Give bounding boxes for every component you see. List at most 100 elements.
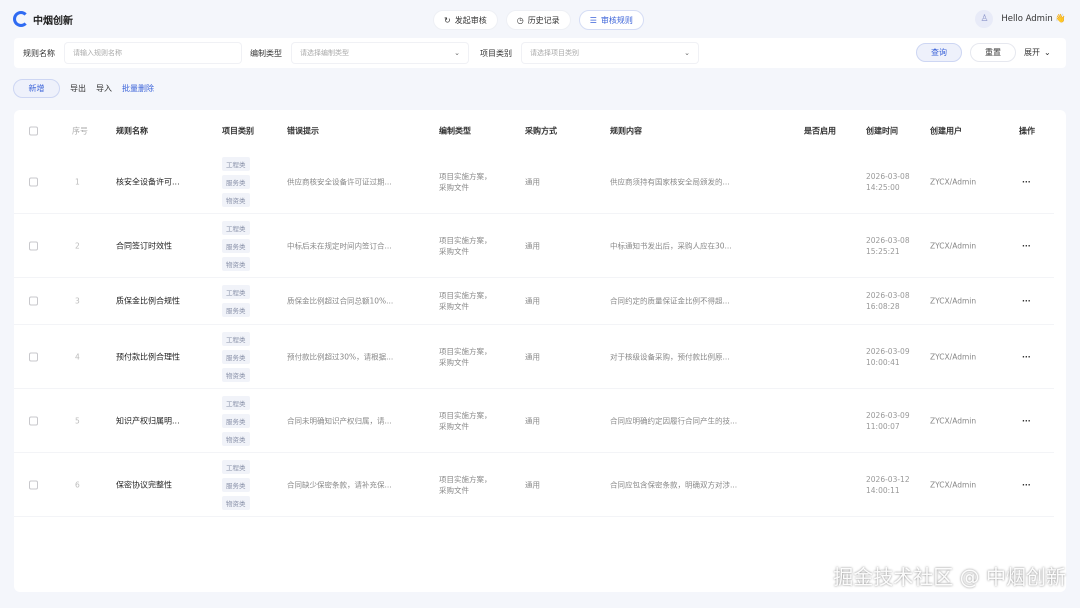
category-tag: 服务类 (222, 238, 250, 253)
avatar-icon: ♙ (975, 10, 994, 28)
row-checkbox[interactable] (29, 416, 38, 425)
error-hint: 供应商核安全设备许可证过期... (287, 177, 392, 186)
user-menu[interactable]: ♙ Hello Admin 👋 (975, 10, 1066, 28)
created-date: 2026-03-09 (866, 410, 910, 420)
category-tag: 服务类 (222, 477, 250, 492)
category-tag: 服务类 (222, 349, 250, 364)
filter-bar: 规则名称 请输入规则名称 编制类型 请选择编制类型 ⌄ 项目类别 请选择项目类别 ⌄… (14, 38, 1066, 68)
row-number: 1 (75, 177, 80, 186)
created-user: ZYCX/Admin (930, 352, 977, 361)
error-hint: 预付款比例超过30%，请根据... (287, 352, 394, 361)
column-header: 操作 (1019, 126, 1035, 136)
column-header: 序号 (72, 126, 88, 136)
error-hint: 质保金比例超过合同总额10%... (287, 296, 394, 306)
created-date: 2026-03-12 (866, 474, 910, 484)
rule-name: 预付款比例合理性 (116, 352, 180, 361)
compile-type-1: 项目实施方案， (439, 346, 492, 356)
rules-table: 序号 规则名称 项目类别 错误提示 编制类型 采购方式 规则内容 是否启用 创建时间 创建用户 操作… (14, 110, 1066, 592)
row-checkbox[interactable] (29, 480, 38, 489)
add-button[interactable]: 新增 (13, 79, 60, 98)
export-button[interactable]: 导出 (70, 83, 86, 94)
row-checkbox[interactable] (29, 296, 38, 306)
purchase-method: 通用 (525, 296, 540, 306)
more-actions-icon[interactable]: ··· (1022, 241, 1031, 250)
compile-type-2: 采购文件 (439, 246, 469, 256)
nav-tab-label: 审核规则 (600, 15, 633, 25)
placeholder: 请选择项目类别 (530, 49, 579, 57)
list-icon: ☰ (589, 15, 597, 25)
query-button[interactable]: 查询 (916, 43, 962, 62)
nav-tab-label: 发起审核 (454, 15, 487, 25)
created-date: 2026-03-08 (866, 171, 910, 181)
compile-type: 项目实施方案， 采购文件 (439, 346, 492, 368)
expand-button[interactable]: 展开 ⌄ (1018, 43, 1057, 62)
category-label: 项目类别 (480, 48, 512, 58)
purchase-method: 通用 (525, 352, 540, 361)
purchase-method: 通用 (525, 241, 540, 250)
refresh-icon: ↻ (444, 15, 451, 25)
top-bar: 中烟创新 ↻ 发起审核 ◷ 历史记录 ☰ 审核规则 ♙ Hello Admin 👋 (0, 0, 1080, 38)
purchase-method: 通用 (525, 416, 540, 425)
row-number: 5 (75, 416, 80, 425)
row-checkbox[interactable] (29, 177, 38, 186)
category-tag: 工程类 (222, 285, 250, 299)
row-checkbox[interactable] (29, 241, 38, 250)
more-actions-icon[interactable]: ··· (1022, 416, 1031, 425)
rule-name-label: 规则名称 (23, 48, 55, 58)
reset-button[interactable]: 重置 (970, 43, 1016, 62)
column-header: 错误提示 (287, 126, 319, 136)
category-tag: 物资类 (222, 256, 250, 271)
rule-content: 合同约定的质量保证金比例不得超... (610, 296, 730, 306)
created-time: 2026-03-08 15:25:21 (866, 235, 910, 257)
compile-type-1: 项目实施方案， (439, 235, 492, 245)
category-tag: 服务类 (222, 174, 250, 189)
created-clock: 16:08:28 (866, 302, 900, 311)
category-tag: 服务类 (222, 303, 250, 317)
compile-type-1: 项目实施方案， (439, 474, 492, 484)
column-header: 编制类型 (439, 126, 471, 136)
category-tag: 服务类 (222, 413, 250, 428)
chevron-down-icon: ⌄ (1044, 48, 1051, 57)
nav-tab-2[interactable]: ☰ 审核规则 (578, 10, 644, 30)
row-number: 4 (75, 352, 80, 361)
import-button[interactable]: 导入 (96, 83, 112, 94)
rule-name: 核安全设备许可... (116, 177, 180, 186)
compile-type-2: 采购文件 (439, 421, 469, 431)
row-number: 3 (75, 296, 80, 306)
rule-name-input[interactable]: 请输入规则名称 (65, 43, 241, 63)
created-clock: 10:00:41 (866, 357, 900, 367)
column-header: 规则名称 (116, 126, 148, 136)
compile-type-select[interactable]: 请选择编制类型 ⌄ (292, 43, 468, 63)
category-select[interactable]: 请选择项目类别 ⌄ (522, 43, 698, 63)
compile-type-1: 项目实施方案， (439, 410, 492, 420)
rule-content: 中标通知书发出后，采购人应在30... (610, 241, 732, 250)
nav-tabs: ↻ 发起审核 ◷ 历史记录 ☰ 审核规则 (433, 10, 644, 30)
logo[interactable]: 中烟创新 (13, 11, 73, 27)
nav-tab-0[interactable]: ↻ 发起审核 (433, 10, 498, 30)
compile-type-1: 项目实施方案， (439, 291, 492, 300)
more-actions-icon[interactable]: ··· (1022, 352, 1031, 361)
more-actions-icon[interactable]: ··· (1022, 297, 1031, 306)
more-actions-icon[interactable]: ··· (1022, 480, 1031, 489)
batch-delete-button[interactable]: 批量删除 (122, 83, 154, 94)
error-hint: 中标后未在规定时间内签订合... (287, 241, 392, 250)
row-checkbox[interactable] (29, 352, 38, 361)
expand-label: 展开 (1024, 48, 1040, 57)
category-tag: 物资类 (222, 192, 250, 207)
rule-content: 合同应包含保密条款，明确双方对涉... (610, 480, 738, 489)
compile-type-label: 编制类型 (250, 48, 282, 58)
user-greeting: Hello Admin 👋 (1001, 14, 1066, 24)
select-all-checkbox[interactable] (29, 126, 38, 136)
more-actions-icon[interactable]: ··· (1022, 177, 1031, 186)
created-time: 2026-03-09 10:00:41 (866, 346, 910, 368)
table-toolbar: 新增 导出 导入 批量删除 (13, 79, 154, 98)
nav-tab-1[interactable]: ◷ 历史记录 (505, 10, 571, 30)
category-tag: 工程类 (222, 459, 250, 474)
nav-tab-label: 历史记录 (527, 15, 560, 25)
compile-type: 项目实施方案， 采购文件 (439, 290, 492, 312)
column-header: 项目类别 (222, 126, 254, 136)
compile-type: 项目实施方案， 采购文件 (439, 410, 492, 432)
created-time: 2026-03-09 11:00:07 (866, 410, 910, 432)
category-tag: 工程类 (222, 156, 250, 171)
column-header: 创建时间 (866, 126, 898, 136)
